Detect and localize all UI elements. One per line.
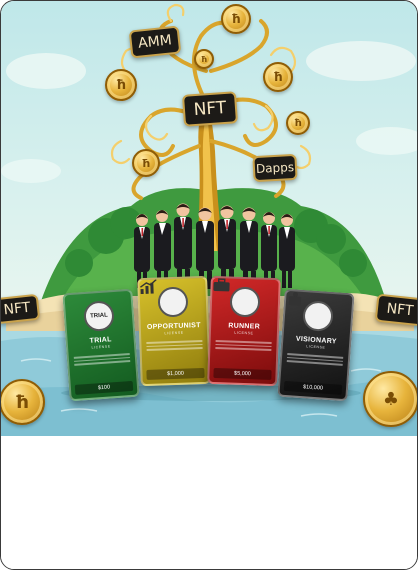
briefcase-badge-icon (213, 278, 261, 318)
card-subtitle: LICENSE (306, 344, 326, 350)
card-title: VISIONARY (295, 335, 337, 346)
nft-tree-illustration: ħ ħ ħ ħ ħ ħ ħ ♣ AMM NFT Dapps NFT NFT TR… (1, 1, 417, 436)
nft-tag-left: NFT (1, 293, 41, 325)
dapps-tag: Dapps (252, 153, 298, 183)
license-card-trial: TRIAL TRIAL LICENSE $100 (62, 288, 140, 402)
trial-badge-icon: TRIAL (82, 300, 115, 333)
card-price: $10,000 (283, 380, 343, 395)
card-description-lines (146, 338, 203, 352)
license-card-visionary: VISIONARY LICENSE $10,000 (277, 288, 355, 402)
chart-badge-icon (140, 279, 189, 318)
gold-coin-icon: ħ (221, 4, 251, 34)
card-subtitle: LICENSE (234, 330, 254, 336)
nft-tag-right: NFT (374, 293, 417, 327)
image-frame: ħ ħ ħ ħ ħ ħ ħ ♣ AMM NFT Dapps NFT NFT TR… (0, 0, 418, 570)
card-description-lines (286, 351, 344, 367)
gold-coin-icon: ♣ (363, 371, 417, 427)
license-card-opportunist: OPPORTUNIST LICENSE $1,000 (137, 275, 211, 387)
gold-coin-icon: ħ (1, 379, 45, 425)
card-title: RUNNER (228, 322, 261, 331)
nft-tag-center: NFT (181, 91, 239, 127)
gold-coin-icon: ħ (286, 111, 310, 135)
license-card-runner: RUNNER LICENSE $5,000 (207, 275, 281, 387)
card-subtitle: LICENSE (164, 330, 184, 336)
card-price: $100 (74, 380, 134, 395)
gold-coin-icon: ħ (194, 49, 214, 69)
card-price: $1,000 (146, 367, 205, 380)
gold-coin-icon: ħ (263, 62, 293, 92)
card-subtitle: LICENSE (91, 344, 111, 350)
empty-content-area (1, 436, 417, 569)
amm-tag: AMM (128, 25, 182, 59)
gold-coin-icon: ħ (132, 149, 160, 177)
card-description-lines (73, 351, 131, 367)
gold-coin-icon: ħ (105, 69, 137, 101)
card-description-lines (215, 338, 272, 352)
card-price: $5,000 (213, 367, 272, 380)
card-title: OPPORTUNIST (146, 322, 201, 331)
visionary-badge-icon (288, 291, 335, 333)
